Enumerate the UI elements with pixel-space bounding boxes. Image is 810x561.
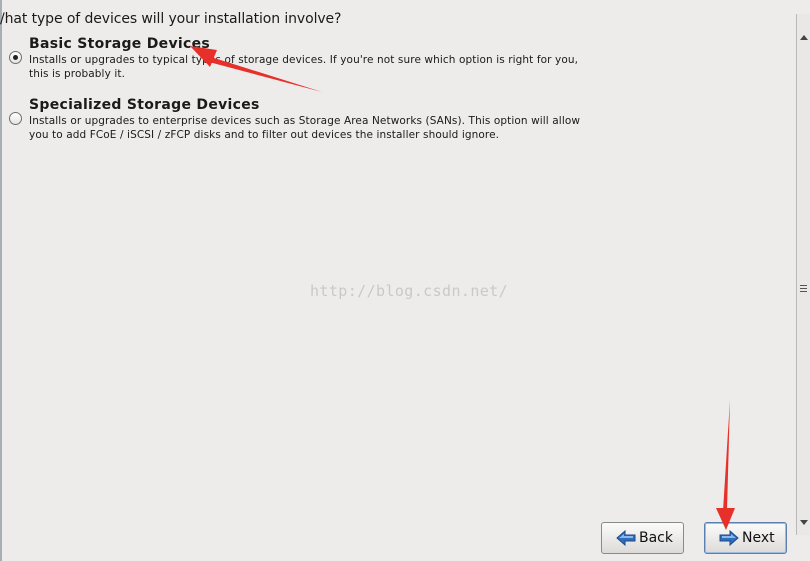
option-title-basic[interactable]: Basic Storage Devices (29, 36, 210, 52)
scroll-down-icon[interactable] (800, 520, 808, 525)
vertical-scrollbar[interactable] (796, 14, 810, 535)
option-title-specialized[interactable]: Specialized Storage Devices (29, 97, 260, 113)
page-question: /hat type of devices will your installat… (0, 11, 342, 27)
window-left-edge (0, 0, 2, 561)
radio-basic-storage[interactable] (9, 51, 22, 64)
radio-specialized-storage[interactable] (9, 112, 22, 125)
back-button[interactable]: Back (601, 522, 684, 554)
annotation-overlay (190, 46, 735, 530)
back-button-label: Back (639, 530, 673, 546)
scroll-grip-icon[interactable] (800, 285, 807, 294)
option-description-basic: Installs or upgrades to typical types of… (29, 54, 579, 80)
annotation-arrow-next (716, 400, 735, 530)
scroll-up-icon[interactable] (800, 35, 808, 40)
watermark-text: http://blog.csdn.net/ (310, 282, 509, 300)
next-button[interactable]: Next (704, 522, 787, 554)
next-button-label: Next (742, 530, 775, 546)
option-description-specialized: Installs or upgrades to enterprise devic… (29, 115, 581, 141)
arrow-left-icon (616, 530, 636, 546)
radio-selected-dot (13, 55, 18, 60)
arrow-right-icon (719, 530, 739, 546)
